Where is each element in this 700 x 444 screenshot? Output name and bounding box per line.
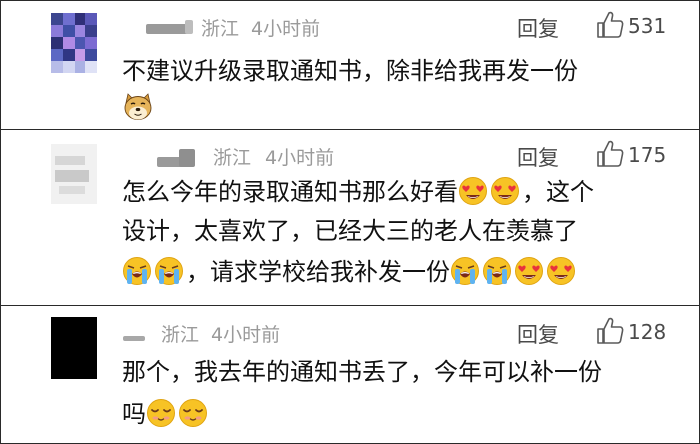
comment-item: 浙江 4小时前 回复 175 怎么今年的录取通知书那么好看 ，这个 设计，太喜欢了… [1, 130, 699, 305]
comment-text: ，这个 [522, 178, 594, 206]
thumbs-up-icon[interactable] [595, 316, 625, 346]
crying-emoji [482, 256, 512, 286]
like-count: 128 [628, 320, 667, 344]
reply-button[interactable]: 回复 [517, 319, 559, 349]
comment-text-line [122, 91, 154, 121]
heart-eyes-emoji [546, 256, 576, 286]
comment-text: 不建议升级录取通知书，除非给我再发一份 [122, 57, 578, 85]
username-blurred-tail [185, 20, 193, 34]
comment-text-line: 不建议升级录取通知书，除非给我再发一份 [122, 57, 578, 85]
thumbs-up-icon[interactable] [595, 10, 625, 40]
comment-text: 那个，我去年的通知书丢了，今年可以补一份 [122, 358, 602, 386]
pleading-emoji [146, 398, 176, 428]
comment-text: 吗 [122, 400, 146, 428]
comment-text-line: 设计，太喜欢了，已经大三的老人在羡慕了 [122, 217, 578, 245]
username-blurred[interactable] [123, 336, 145, 341]
comment-time: 4小时前 [251, 18, 321, 40]
comment-item: 浙江 4小时前 回复 128 那个，我去年的通知书丢了，今年可以补一份 吗 [1, 306, 699, 443]
comment-text: ，请求学校给我补发一份 [186, 258, 450, 286]
like-count: 175 [628, 143, 667, 167]
heart-eyes-emoji [490, 176, 520, 206]
comment-location: 浙江 [161, 324, 200, 346]
crying-emoji [122, 256, 152, 286]
comment-item: 浙江 4小时前 回复 531 不建议升级录取通知书，除非给我再发一份 [1, 1, 699, 129]
pleading-emoji [178, 398, 208, 428]
reply-button[interactable]: 回复 [517, 142, 559, 172]
comment-text-line: ，请求学校给我补发一份 [122, 256, 578, 286]
comment-text: 设计，太喜欢了，已经大三的老人在羡慕了 [122, 217, 578, 245]
comment-text-line: 吗 [122, 398, 210, 428]
doge-emoji [122, 91, 152, 121]
comment-text-line: 怎么今年的录取通知书那么好看 ，这个 [122, 176, 594, 206]
comment-location: 浙江 [213, 147, 252, 169]
comment-list: 浙江 4小时前 回复 531 不建议升级录取通知书，除非给我再发一份 浙江 4小… [0, 0, 700, 444]
crying-emoji [154, 256, 184, 286]
avatar[interactable] [51, 13, 97, 73]
thumbs-up-icon[interactable] [595, 139, 625, 169]
comment-time: 4小时前 [265, 147, 335, 169]
avatar[interactable] [51, 144, 97, 204]
like-count: 531 [628, 14, 667, 38]
comment-location: 浙江 [201, 18, 240, 40]
heart-eyes-emoji [514, 256, 544, 286]
reply-button[interactable]: 回复 [517, 13, 559, 43]
avatar[interactable] [51, 317, 97, 379]
heart-eyes-emoji [458, 176, 488, 206]
username-blurred-tail [179, 149, 195, 167]
crying-emoji [450, 256, 480, 286]
comment-text-line: 那个，我去年的通知书丢了，今年可以补一份 [122, 358, 602, 386]
comment-text: 怎么今年的录取通知书那么好看 [122, 178, 458, 206]
comment-time: 4小时前 [211, 324, 281, 346]
